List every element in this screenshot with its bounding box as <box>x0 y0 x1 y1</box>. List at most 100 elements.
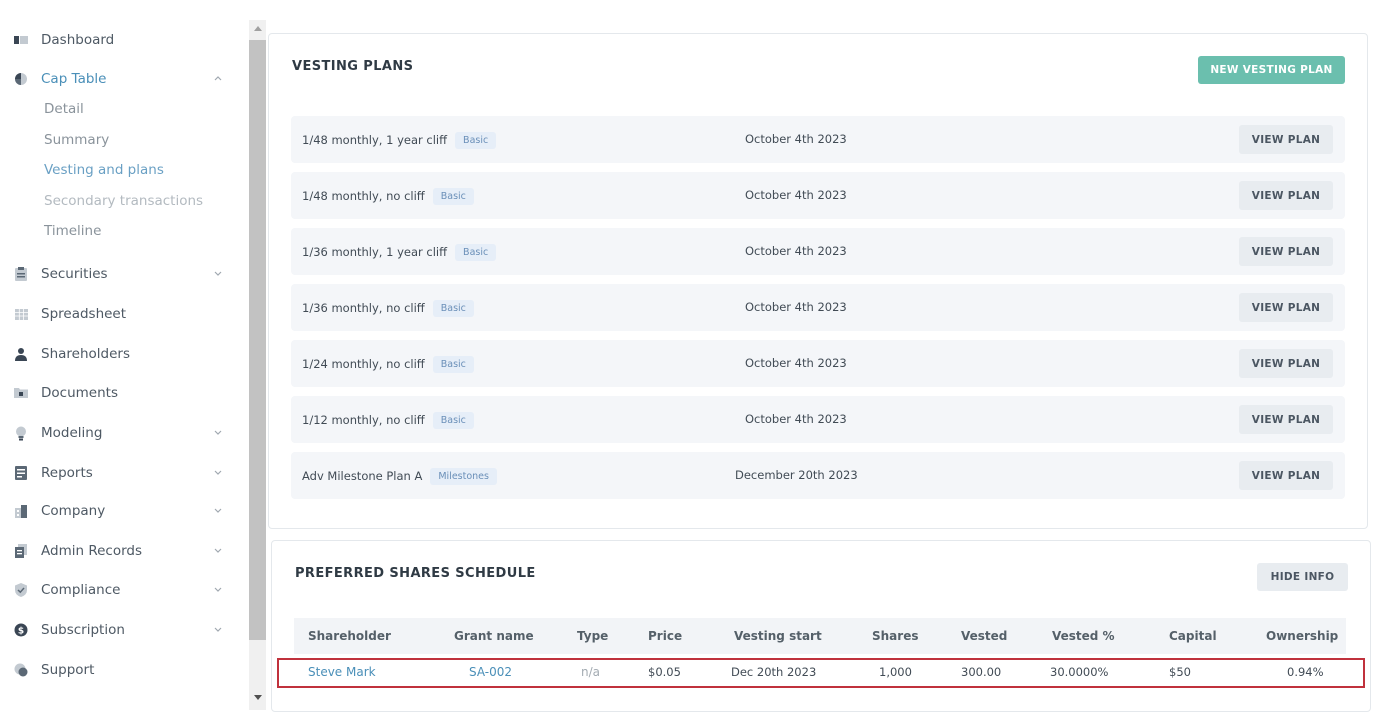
new-vesting-plan-button[interactable]: NEW VESTING PLAN <box>1198 56 1345 84</box>
building-icon <box>14 504 28 518</box>
plan-date: October 4th 2023 <box>745 412 847 426</box>
column-header-ownership[interactable]: Ownership <box>1266 629 1338 643</box>
folder-icon <box>14 386 28 400</box>
row-highlight-box <box>277 658 1365 688</box>
sidebar-item-label: Company <box>41 503 106 519</box>
chevron-down-icon <box>210 424 226 440</box>
column-header-shares[interactable]: Shares <box>872 629 918 643</box>
lightbulb-icon <box>14 426 28 440</box>
column-header-capital[interactable]: Capital <box>1169 629 1217 643</box>
sidebar-item-admin-records[interactable]: Admin Records <box>14 539 232 563</box>
chevron-down-icon <box>210 542 226 558</box>
sidebar-item-label: Documents <box>41 385 118 401</box>
plan-type-badge: Basic <box>432 188 474 205</box>
plan-name: 1/24 monthly, no cliff <box>302 357 425 371</box>
shield-check-icon <box>14 583 28 597</box>
plan-name: Adv Milestone Plan A <box>302 469 423 483</box>
view-plan-button[interactable]: VIEW PLAN <box>1239 405 1333 434</box>
records-icon <box>14 544 28 558</box>
sidebar-item-modeling[interactable]: Modeling <box>14 421 232 445</box>
plan-type-badge: Basic <box>455 244 497 261</box>
sidebar-item-support[interactable]: Support <box>14 658 232 682</box>
sidebar-item-label: Admin Records <box>41 543 142 559</box>
dashboard-icon <box>14 33 28 47</box>
pie-chart-icon <box>14 72 28 86</box>
column-header-vested[interactable]: Vested <box>961 629 1007 643</box>
sidebar-item-securities[interactable]: Securities <box>14 262 232 286</box>
plan-name: 1/12 monthly, no cliff <box>302 413 425 427</box>
scroll-up-arrow-icon[interactable] <box>249 20 266 36</box>
sidebar-item-spreadsheet[interactable]: Spreadsheet <box>14 302 232 326</box>
sidebar-item-reports[interactable]: Reports <box>14 461 232 485</box>
sidebar-item-label: Support <box>41 662 95 678</box>
column-header-vesting-start[interactable]: Vesting start <box>734 629 822 643</box>
sidebar-item-label: Modeling <box>41 425 103 441</box>
sidebar-item-label: Subscription <box>41 622 125 638</box>
view-plan-button[interactable]: VIEW PLAN <box>1239 293 1333 322</box>
plan-date: October 4th 2023 <box>745 244 847 258</box>
view-plan-button[interactable]: VIEW PLAN <box>1239 349 1333 378</box>
plan-row: Adv Milestone Plan A Milestones December … <box>291 452 1345 499</box>
hide-info-button[interactable]: HIDE INFO <box>1257 563 1348 591</box>
plan-type-badge: Basic <box>432 412 474 429</box>
sidebar-item-label: Shareholders <box>41 346 130 362</box>
sidebar-item-compliance[interactable]: Compliance <box>14 578 232 602</box>
vesting-plans-card: VESTING PLANS NEW VESTING PLAN 1/48 mont… <box>268 33 1368 529</box>
preferred-shares-title: PREFERRED SHARES SCHEDULE <box>295 566 536 581</box>
column-header-shareholder[interactable]: Shareholder <box>308 629 391 643</box>
sidebar: Dashboard Cap Table Detail Summary Vesti… <box>0 0 248 723</box>
view-plan-button[interactable]: VIEW PLAN <box>1239 461 1333 490</box>
sidebar-subitem-timeline[interactable]: Timeline <box>44 221 101 241</box>
vesting-plans-title: VESTING PLANS <box>292 59 414 74</box>
column-header-vested-percent[interactable]: Vested % <box>1052 629 1115 643</box>
sidebar-item-cap-table[interactable]: Cap Table <box>14 67 232 91</box>
plan-date: October 4th 2023 <box>745 300 847 314</box>
sidebar-subitem-secondary-transactions[interactable]: Secondary transactions <box>44 191 203 211</box>
sidebar-subitem-detail[interactable]: Detail <box>44 99 84 119</box>
report-icon <box>14 466 28 480</box>
view-plan-button[interactable]: VIEW PLAN <box>1239 125 1333 154</box>
scroll-down-arrow-icon[interactable] <box>249 690 266 706</box>
plan-date: October 4th 2023 <box>745 188 847 202</box>
sidebar-item-label: Compliance <box>41 582 121 598</box>
sidebar-item-label: Reports <box>41 465 93 481</box>
plan-row: 1/12 monthly, no cliff Basic October 4th … <box>291 396 1345 443</box>
sidebar-subitem-summary[interactable]: Summary <box>44 130 109 150</box>
sidebar-item-label: Spreadsheet <box>41 306 127 322</box>
column-header-grant-name[interactable]: Grant name <box>454 629 534 643</box>
plan-date: October 4th 2023 <box>745 132 847 146</box>
support-icon <box>14 663 28 677</box>
sidebar-item-subscription[interactable]: $ Subscription <box>14 618 232 642</box>
chevron-down-icon <box>210 265 226 281</box>
plan-type-badge: Milestones <box>430 468 497 485</box>
plan-row: 1/24 monthly, no cliff Basic October 4th … <box>291 340 1345 387</box>
view-plan-button[interactable]: VIEW PLAN <box>1239 237 1333 266</box>
scrollbar-thumb[interactable] <box>249 40 266 640</box>
plan-name: 1/36 monthly, no cliff <box>302 301 425 315</box>
column-header-price[interactable]: Price <box>648 629 682 643</box>
table-header: Shareholder Grant name Type Price Vestin… <box>294 618 1346 654</box>
sidebar-item-company[interactable]: Company <box>14 499 232 523</box>
plan-row: 1/48 monthly, no cliff Basic October 4th … <box>291 172 1345 219</box>
dollar-icon: $ <box>14 623 28 637</box>
plan-row: 1/48 monthly, 1 year cliff Basic October … <box>291 116 1345 163</box>
sidebar-item-dashboard[interactable]: Dashboard <box>14 28 232 52</box>
chevron-down-icon <box>210 502 226 518</box>
sidebar-subitem-vesting-and-plans[interactable]: Vesting and plans <box>44 160 164 180</box>
plan-row: 1/36 monthly, 1 year cliff Basic October … <box>291 228 1345 275</box>
chevron-down-icon <box>210 464 226 480</box>
plan-date: October 4th 2023 <box>745 356 847 370</box>
sidebar-item-label: Securities <box>41 266 108 282</box>
plan-name: 1/48 monthly, no cliff <box>302 189 425 203</box>
clipboard-icon <box>14 267 28 281</box>
svg-text:$: $ <box>18 627 24 637</box>
sidebar-item-label: Cap Table <box>41 71 107 87</box>
plan-type-badge: Basic <box>432 356 474 373</box>
sidebar-item-documents[interactable]: Documents <box>14 381 232 405</box>
column-header-type[interactable]: Type <box>577 629 608 643</box>
view-plan-button[interactable]: VIEW PLAN <box>1239 181 1333 210</box>
plan-name: 1/48 monthly, 1 year cliff <box>302 133 448 147</box>
sidebar-item-shareholders[interactable]: Shareholders <box>14 342 232 366</box>
table-icon <box>14 307 28 321</box>
sidebar-scrollbar[interactable] <box>249 20 266 710</box>
